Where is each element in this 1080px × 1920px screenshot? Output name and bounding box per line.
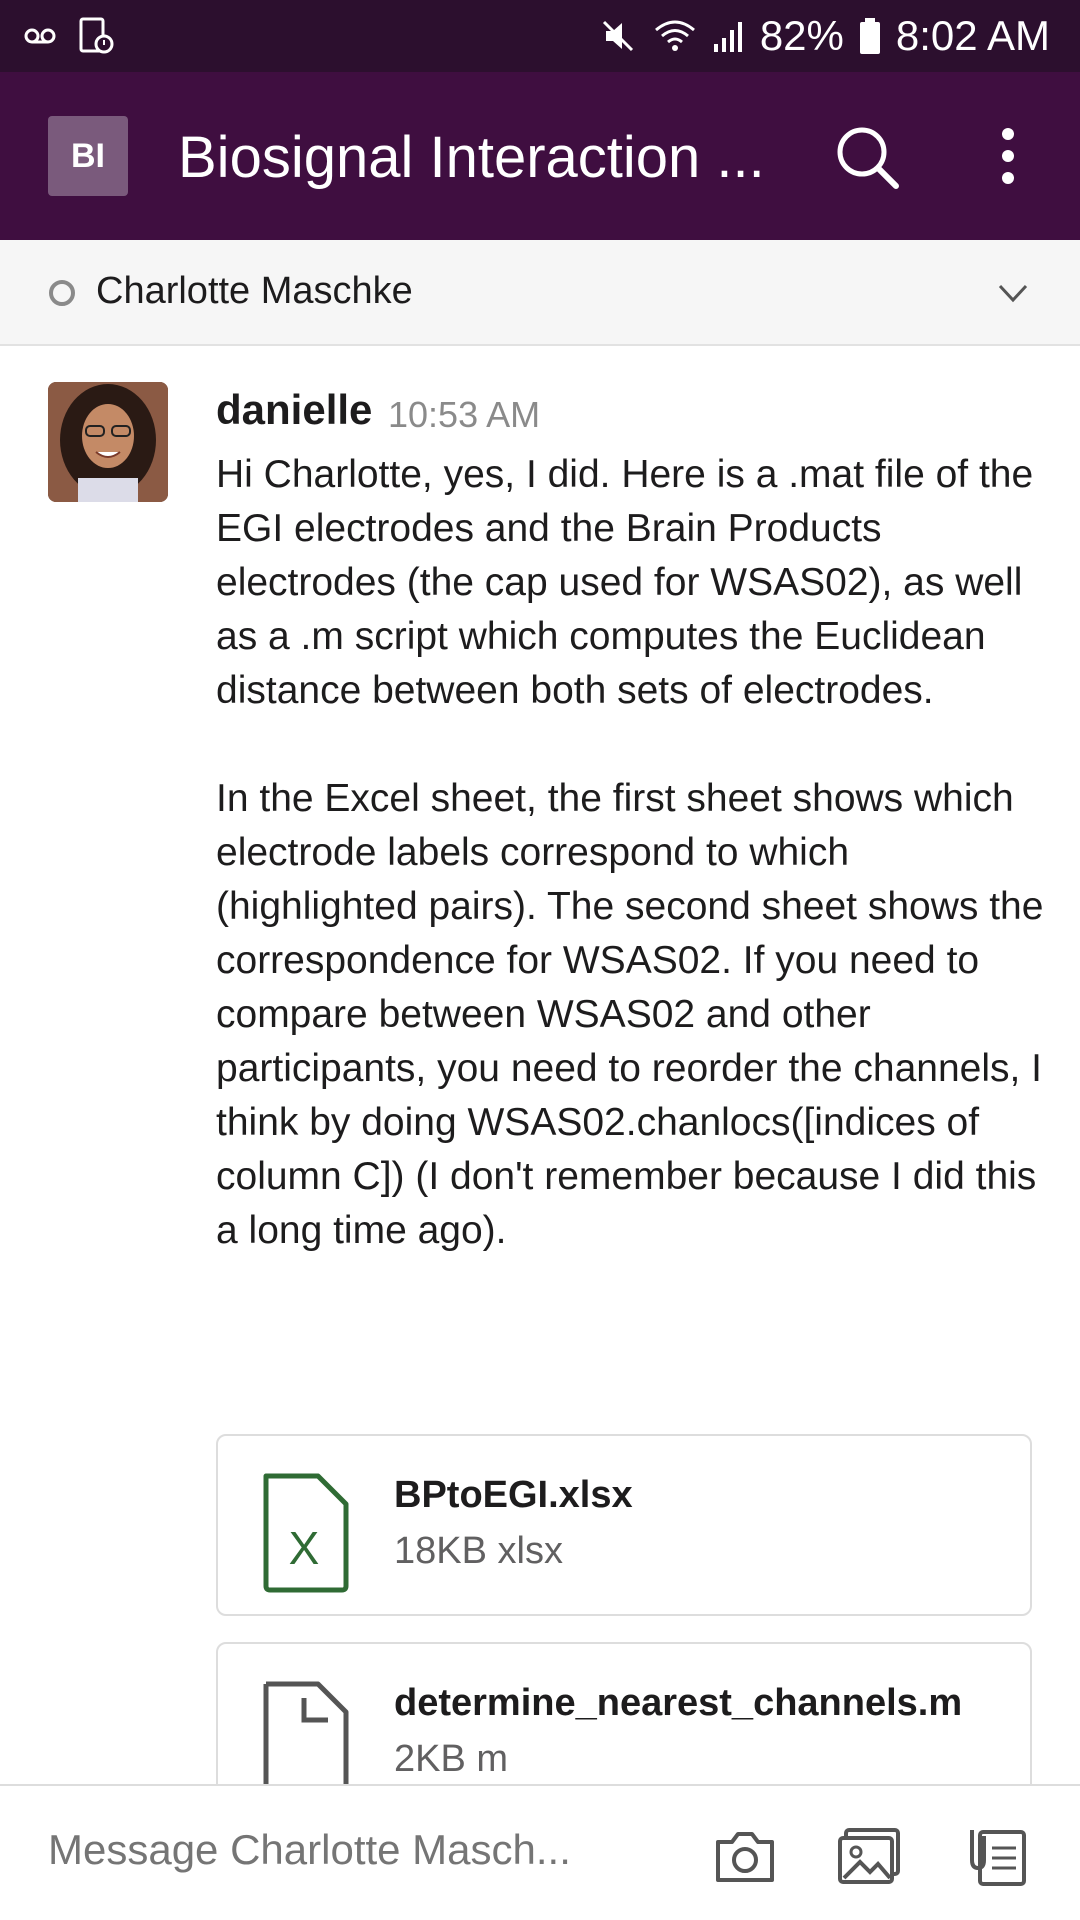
- camera-icon[interactable]: [712, 1826, 778, 1886]
- image-gallery-icon[interactable]: [836, 1826, 902, 1886]
- attachment-icon[interactable]: [964, 1826, 1030, 1886]
- message-input[interactable]: [48, 1826, 648, 1874]
- file-meta: 18KB xlsx: [394, 1530, 563, 1572]
- channel-title[interactable]: Biosignal Interaction ...: [178, 124, 778, 191]
- clock: 8:02 AM: [895, 12, 1050, 59]
- message-author[interactable]: danielle: [216, 386, 372, 434]
- avatar[interactable]: [48, 382, 168, 502]
- battery-percent: 82%: [759, 12, 844, 59]
- message-paragraph: In the Excel sheet, the first sheet show…: [216, 777, 1044, 1252]
- message-paragraph: Hi Charlotte, yes, I did. Here is a .mat…: [216, 453, 1034, 712]
- presence-status-icon: [49, 280, 75, 306]
- mute-icon: [598, 16, 638, 56]
- team-badge[interactable]: BI: [48, 116, 128, 196]
- conversation-name: Charlotte Maschke: [96, 270, 413, 312]
- file-name: BPtoEGI.xlsx: [394, 1474, 633, 1516]
- chevron-down-icon[interactable]: [996, 276, 1030, 310]
- more-options-icon[interactable]: [990, 122, 1026, 192]
- wifi-icon: [652, 16, 698, 56]
- voicemail-icon: [24, 16, 56, 56]
- excel-file-icon: X: [258, 1472, 350, 1594]
- message-timestamp: 10:53 AM: [388, 394, 541, 435]
- file-meta: 2KB m: [394, 1738, 509, 1780]
- message-composer: [0, 1784, 1080, 1920]
- status-bar: 82% 8:02 AM: [0, 0, 1080, 72]
- svg-text:X: X: [289, 1522, 320, 1574]
- screenshot-icon: [78, 16, 114, 56]
- message-body: Hi Charlotte, yes, I did. Here is a .mat…: [216, 448, 1046, 1312]
- battery-icon: [858, 16, 882, 56]
- conversation-bar[interactable]: Charlotte Maschke: [0, 240, 1080, 346]
- file-attachment[interactable]: X BPtoEGI.xlsx 18KB xlsx: [216, 1434, 1032, 1616]
- search-icon[interactable]: [832, 122, 902, 192]
- app-header: BI Biosignal Interaction ...: [0, 72, 1080, 240]
- file-name: determine_nearest_channels.m: [394, 1682, 963, 1724]
- signal-icon: [712, 16, 746, 56]
